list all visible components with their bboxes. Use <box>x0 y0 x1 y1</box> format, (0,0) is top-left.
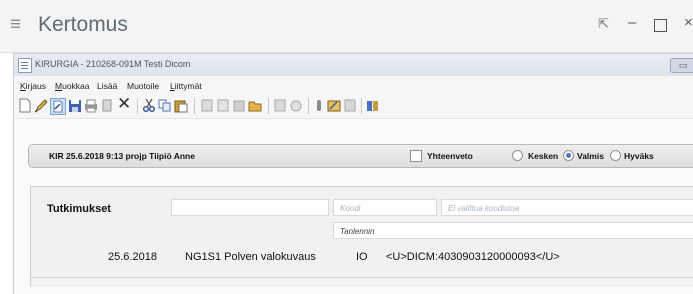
print-icon[interactable] <box>84 98 98 113</box>
inner-window-title: KIRURGIA - 210268-091M Testi Dicom <box>35 59 191 69</box>
toolbar-separator <box>194 98 195 114</box>
status-radio-valmis[interactable] <box>563 150 574 161</box>
menu-label: Muotoile <box>127 81 160 91</box>
menu-label: irjaus <box>25 81 46 91</box>
document-icon <box>18 58 32 73</box>
toolbar-separator <box>308 98 309 114</box>
sign-icon[interactable] <box>327 98 341 113</box>
template-icon[interactable] <box>200 98 214 113</box>
insert-text-icon[interactable] <box>216 98 230 113</box>
app-title: Kertomus <box>38 13 128 36</box>
cut-icon[interactable] <box>142 98 156 113</box>
lock-icon[interactable] <box>289 98 303 113</box>
status-label-hyvaks: Hyväks <box>624 151 654 161</box>
toolbar-separator <box>361 98 362 114</box>
examinations-panel: Tutkimukset Koodi Ei valittua koodistoa … <box>30 186 693 287</box>
save-icon[interactable] <box>68 98 82 113</box>
outer-title-bar: ≡ Kertomus ⇱ – × <box>0 0 693 53</box>
menu-label: Lisää <box>97 81 118 91</box>
summary-label: Yhteenveto <box>427 151 473 161</box>
journal-entry-strip: KIR 25.6.2018 9:13 projp Tiipiö Anne Yht… <box>28 144 693 168</box>
book-icon[interactable] <box>366 98 380 113</box>
panel-divider <box>31 277 693 278</box>
attachment-icon[interactable] <box>343 98 357 113</box>
row-code-description: NG1S1 Polven valokuvaus <box>185 251 316 263</box>
status-label-valmis: Valmis <box>577 151 604 161</box>
folder-icon[interactable] <box>248 98 262 113</box>
edit-active-icon[interactable] <box>50 98 66 115</box>
edit-pen-icon[interactable] <box>34 98 48 113</box>
spell-check-icon[interactable] <box>273 98 287 113</box>
format-icon[interactable] <box>232 98 246 113</box>
menu-kirjaus[interactable]: Kirjaus <box>20 81 46 91</box>
summary-checkbox[interactable] <box>410 150 422 162</box>
menubar: Kirjaus Muokkaa Lisää Muotoile Liittymät <box>14 76 693 94</box>
row-dicom-reference[interactable]: <U>DICM:4030903120000093</U> <box>386 251 560 263</box>
author-field[interactable]: Tanlennin <box>333 222 693 239</box>
toolbar-separator <box>137 98 138 114</box>
menu-liittymat[interactable]: Liittymät <box>170 81 202 91</box>
delete-icon[interactable] <box>100 98 114 113</box>
close-x-icon[interactable]: ✕ <box>117 95 131 112</box>
menu-label: iittymät <box>174 81 202 91</box>
new-document-icon[interactable] <box>18 98 32 113</box>
menu-muokkaa[interactable]: Muokkaa <box>55 81 90 91</box>
inner-title-bar: KIRURGIA - 210268-091M Testi Dicom ▭ <box>14 54 693 76</box>
entry-header-text: KIR 25.6.2018 9:13 projp Tiipiö Anne <box>49 151 195 161</box>
toolbar: ✕ <box>14 94 693 119</box>
menu-label: uokkaa <box>62 81 90 91</box>
section-title-field[interactable] <box>171 199 329 216</box>
maximize-icon[interactable] <box>654 19 667 32</box>
info-icon[interactable] <box>312 98 326 113</box>
hamburger-icon[interactable]: ≡ <box>10 15 21 34</box>
minimize-icon[interactable]: – <box>628 15 636 30</box>
status-label-kesken: Kesken <box>528 151 559 161</box>
status-radio-kesken[interactable] <box>512 150 523 161</box>
status-radio-hyvaks[interactable] <box>610 150 621 161</box>
paste-icon[interactable] <box>174 98 188 113</box>
close-icon[interactable]: × <box>684 15 693 30</box>
code-system-select[interactable]: Ei valittua koodistoa <box>441 199 693 216</box>
section-title: Tutkimukset <box>47 203 111 215</box>
inner-minimize-button[interactable]: ▭ <box>670 58 693 73</box>
row-type: IO <box>356 251 368 263</box>
copy-icon[interactable] <box>158 98 172 113</box>
row-date: 25.6.2018 <box>108 251 157 263</box>
toolbar-separator <box>268 98 269 114</box>
menu-muotoile[interactable]: Muotoile <box>127 81 159 91</box>
code-field[interactable]: Koodi <box>333 199 437 216</box>
menu-lisaa[interactable]: Lisää <box>97 81 117 91</box>
pin-icon[interactable]: ⇱ <box>598 17 609 30</box>
